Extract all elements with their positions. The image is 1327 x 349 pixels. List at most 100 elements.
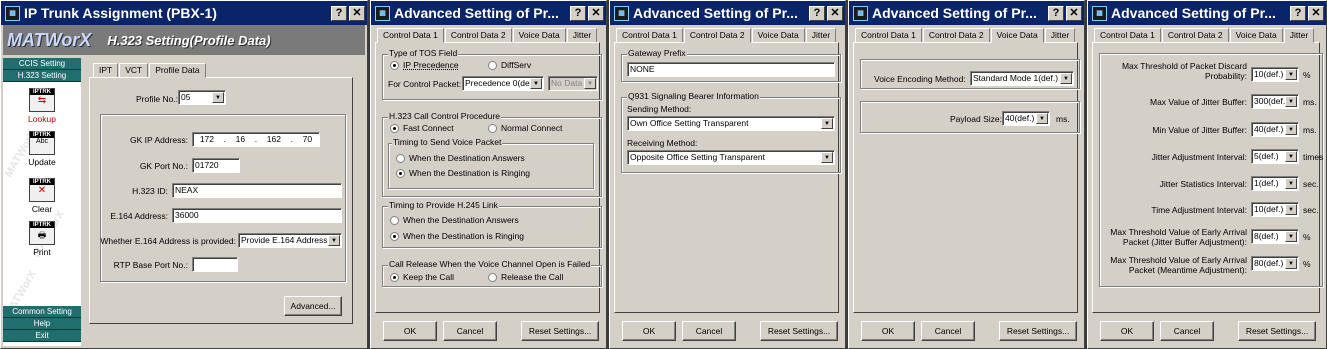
jitter-row-unit: %	[1303, 70, 1311, 80]
chevron-down-icon: ▼	[1060, 73, 1072, 84]
e164-provided-select[interactable]: Provide E.164 Address ▼	[238, 233, 342, 248]
receiving-method-label: Receiving Method:	[627, 138, 698, 148]
jitter-row-select[interactable]: 80(def.) ▼	[1251, 256, 1299, 271]
advanced-setting-window-jitter: ▦ Advanced Setting of Pr... ? ✕ Control …	[1087, 0, 1327, 349]
tab-voice-data[interactable]: Voice Data	[751, 28, 805, 43]
voice-dest-answers-radio[interactable]: When the Destination Answers	[396, 153, 525, 163]
reset-settings-button[interactable]: Reset Settings...	[1238, 321, 1316, 341]
control-data-2-panel: Gateway Prefix NONE Q931 Signaling Beare…	[614, 42, 841, 313]
page-header: H.323 Setting(Profile Data)	[107, 32, 271, 48]
tab-control-data-2[interactable]: Control Data 2	[683, 28, 751, 43]
payload-size-label: Payload Size:	[950, 114, 1002, 124]
profile-no-select[interactable]: 05 ▼	[178, 90, 226, 105]
payload-size-select[interactable]: 40(def.) ▼	[1002, 111, 1050, 126]
ok-button[interactable]: OK	[1100, 321, 1154, 341]
jitter-row-select[interactable]: 8(def.) ▼	[1251, 229, 1299, 244]
common-setting-button[interactable]: Common Setting	[3, 306, 81, 318]
jitter-row-select[interactable]: 5(def.) ▼	[1251, 149, 1299, 164]
tab-voice-data[interactable]: Voice Data	[990, 28, 1044, 43]
ok-button[interactable]: OK	[622, 321, 676, 341]
update-tool[interactable]: IPTRK Abc Update	[3, 131, 81, 171]
tab-voice-data[interactable]: Voice Data	[1229, 28, 1283, 43]
reset-settings-button[interactable]: Reset Settings...	[521, 321, 599, 341]
jitter-row-select[interactable]: 10(def.) ▼	[1251, 67, 1299, 82]
release-call-radio[interactable]: Release the Call	[488, 272, 563, 282]
normal-connect-radio[interactable]: Normal Connect	[488, 123, 562, 133]
tab-ipt[interactable]: IPT	[93, 63, 119, 78]
h245-dest-answers-radio[interactable]: When the Destination Answers	[390, 215, 519, 225]
ok-button[interactable]: OK	[861, 321, 915, 341]
e164-field[interactable]: 36000	[172, 208, 342, 223]
voice-encoding-label: Voice Encoding Method:	[874, 74, 966, 84]
control-packet-select[interactable]: Precedence 0(def.) ▼	[462, 76, 544, 91]
tab-voice-data[interactable]: Voice Data	[512, 28, 566, 43]
jitter-row-select[interactable]: 10(def.) ▼	[1251, 202, 1299, 217]
sending-method-select[interactable]: Own Office Setting Transparent ▼	[627, 116, 835, 131]
tab-control-data-1[interactable]: Control Data 1	[377, 28, 444, 43]
help-button[interactable]: ?	[1048, 5, 1064, 21]
cancel-button[interactable]: Cancel	[921, 321, 975, 341]
reset-settings-button[interactable]: Reset Settings...	[760, 321, 838, 341]
diffserv-radio[interactable]: DiffServ	[488, 60, 531, 70]
cancel-button[interactable]: Cancel	[443, 321, 497, 341]
h323-id-label: H.323 ID:	[132, 186, 168, 196]
voice-dest-ringing-radio[interactable]: When the Destination is Ringing	[396, 168, 530, 178]
h245-dest-ringing-radio[interactable]: When the Destination is Ringing	[390, 231, 524, 241]
fast-connect-radio[interactable]: Fast Connect	[390, 123, 454, 133]
close-button[interactable]: ✕	[1066, 5, 1082, 21]
help-button[interactable]: ?	[570, 5, 586, 21]
close-button[interactable]: ✕	[588, 5, 604, 21]
tab-strip: Control Data 1 Control Data 2 Voice Data…	[616, 28, 837, 43]
tab-control-data-2[interactable]: Control Data 2	[922, 28, 990, 43]
cancel-button[interactable]: Cancel	[1160, 321, 1214, 341]
gk-ip-field[interactable]: 172. 16. 162. 70	[192, 132, 320, 147]
jitter-row-select[interactable]: 300(def.) ▼	[1251, 94, 1299, 109]
lookup-tool[interactable]: IPTRK ⇆ Lookup	[3, 88, 81, 128]
jitter-row-label: Max Threshold of Packet Discard Probabil…	[1121, 61, 1247, 81]
h323-id-field[interactable]: NEAX	[172, 183, 342, 198]
ok-button[interactable]: OK	[383, 321, 437, 341]
clear-tool[interactable]: IPTRK ✕ Clear	[3, 178, 81, 218]
tab-jitter[interactable]: Jitter	[1283, 28, 1315, 43]
close-button[interactable]: ✕	[1308, 5, 1324, 21]
close-button[interactable]: ✕	[349, 5, 365, 21]
no-data-select[interactable]: No Data ▼	[548, 76, 598, 91]
receiving-method-select[interactable]: Opposite Office Setting Transparent ▼	[627, 150, 835, 165]
tab-control-data-1[interactable]: Control Data 1	[616, 28, 683, 43]
ccis-setting-button[interactable]: CCIS Setting	[3, 58, 81, 70]
tab-strip: Control Data 1 Control Data 2 Voice Data…	[1094, 28, 1315, 43]
voice-encoding-select[interactable]: Standard Mode 1(def.) ▼	[970, 71, 1074, 86]
cancel-button[interactable]: Cancel	[682, 321, 736, 341]
tab-vct[interactable]: VCT	[119, 63, 149, 78]
q931-group-label: Q931 Signaling Bearer Information	[627, 91, 760, 101]
close-button[interactable]: ✕	[827, 5, 843, 21]
tab-control-data-2[interactable]: Control Data 2	[1161, 28, 1229, 43]
tab-profile-data[interactable]: Profile Data	[149, 63, 206, 78]
tab-jitter[interactable]: Jitter	[1044, 28, 1076, 43]
advanced-button[interactable]: Advanced...	[284, 296, 342, 316]
exit-button[interactable]: Exit	[3, 330, 81, 342]
help-menu-button[interactable]: Help	[3, 318, 81, 330]
gk-port-field[interactable]: 01720	[192, 158, 240, 173]
ip-precedence-radio[interactable]: IP Precedence	[390, 60, 459, 70]
reset-settings-button[interactable]: Reset Settings...	[999, 321, 1077, 341]
h323-setting-button[interactable]: H.323 Setting	[3, 70, 81, 82]
jitter-row-select[interactable]: 1(def.) ▼	[1251, 176, 1299, 191]
rtp-port-field[interactable]	[192, 257, 238, 272]
help-button[interactable]: ?	[1290, 5, 1306, 21]
banner: MATWorX H.323 Setting(Profile Data)	[3, 25, 365, 55]
tab-control-data-2[interactable]: Control Data 2	[444, 28, 512, 43]
gateway-prefix-field[interactable]: NONE	[627, 62, 835, 77]
print-tool[interactable]: IPTRK 🖶 Print	[3, 221, 81, 261]
help-button[interactable]: ?	[809, 5, 825, 21]
help-button[interactable]: ?	[331, 5, 347, 21]
tab-jitter[interactable]: Jitter	[805, 28, 837, 43]
jitter-group	[1099, 53, 1323, 287]
printer-icon: IPTRK 🖶	[29, 221, 55, 245]
keep-call-radio[interactable]: Keep the Call	[390, 272, 454, 282]
jitter-row-select[interactable]: 40(def.) ▼	[1251, 122, 1299, 137]
tab-control-data-1[interactable]: Control Data 1	[855, 28, 922, 43]
tab-jitter[interactable]: Jitter	[566, 28, 598, 43]
chevron-down-icon: ▼	[1285, 204, 1297, 215]
tab-control-data-1[interactable]: Control Data 1	[1094, 28, 1161, 43]
